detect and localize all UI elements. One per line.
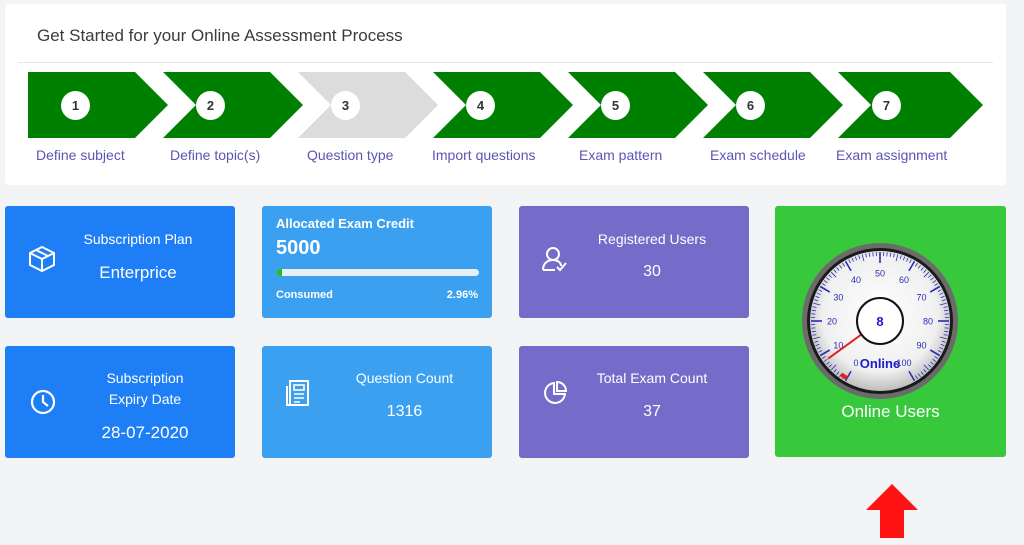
gauge-tick-label: 80 xyxy=(923,317,933,327)
pie-chart-icon xyxy=(544,380,568,404)
expiry-title-line1: Subscription xyxy=(106,370,184,386)
document-icon xyxy=(286,380,309,406)
gauge-tick-label: 40 xyxy=(851,275,861,285)
total-exam-count-card[interactable]: Total Exam Count 37 xyxy=(519,346,749,458)
question-count-title: Question Count xyxy=(355,370,454,386)
step-4-chevron[interactable] xyxy=(433,72,573,138)
step-7-chevron[interactable] xyxy=(838,72,983,138)
step-6-chevron[interactable] xyxy=(703,72,843,138)
gauge-value: 8 xyxy=(876,314,883,329)
gauge-tick-label: 90 xyxy=(917,341,927,351)
exam-credit-title: Allocated Exam Credit xyxy=(276,216,414,231)
step-7-label[interactable]: Exam assignment xyxy=(836,147,947,163)
consumed-percent: 2.96% xyxy=(446,289,478,301)
box-icon xyxy=(29,245,55,273)
consumed-label: Consumed xyxy=(276,289,333,301)
exam-credit-value: 5000 xyxy=(276,237,321,259)
gauge-tick-label: 0 xyxy=(853,358,858,368)
credit-progress-fill xyxy=(276,269,282,276)
gauge-tick-label: 70 xyxy=(917,293,927,303)
step-2-label[interactable]: Define topic(s) xyxy=(170,147,260,163)
steps-chevrons xyxy=(28,72,983,138)
expiry-title-line2: Expiry Date xyxy=(108,391,182,407)
clock-icon xyxy=(30,389,56,415)
user-icon xyxy=(542,247,567,272)
gauge-tick-label: 30 xyxy=(833,293,843,303)
registered-users-title: Registered Users xyxy=(597,231,707,247)
online-users-gauge: 0102030405060708090100 8 Online xyxy=(802,243,958,399)
registered-users-card[interactable]: Registered Users 30 xyxy=(519,206,749,318)
credit-progress-bar xyxy=(276,269,479,276)
step-2-chevron[interactable] xyxy=(163,72,303,138)
subscription-plan-card[interactable]: Subscription Plan Enterprice xyxy=(5,206,235,318)
subscription-plan-title: Subscription Plan xyxy=(83,231,193,247)
step-3-label[interactable]: Question type xyxy=(307,147,393,163)
online-users-label: Online Users xyxy=(841,402,940,421)
gauge-caption: Online xyxy=(860,356,900,371)
step-5-chevron[interactable] xyxy=(568,72,708,138)
step-3-chevron[interactable] xyxy=(298,72,438,138)
pointer-arrow-icon xyxy=(866,484,918,538)
step-5-number: 5 xyxy=(601,91,630,120)
registered-users-value: 30 xyxy=(643,263,661,280)
gauge-tick-label: 60 xyxy=(899,275,909,285)
step-2-number: 2 xyxy=(196,91,225,120)
question-count-value: 1316 xyxy=(386,403,423,420)
step-6-number: 6 xyxy=(736,91,765,120)
step-1-number: 1 xyxy=(61,91,90,120)
step-1-chevron[interactable] xyxy=(28,72,168,138)
expiry-date-card[interactable]: Subscription Expiry Date 28-07-2020 xyxy=(5,346,235,458)
step-7-number: 7 xyxy=(872,91,901,120)
subscription-plan-value: Enterprice xyxy=(99,263,177,282)
step-4-number: 4 xyxy=(466,91,495,120)
total-exam-count-title: Total Exam Count xyxy=(596,370,708,386)
online-users-card[interactable]: 0 10 20 30 40 50 60 70 80 90 100 8 Online Online U… xyxy=(775,206,1006,457)
gauge-tick-label: 50 xyxy=(875,269,885,279)
step-6-label[interactable]: Exam schedule xyxy=(710,147,806,163)
step-5-label[interactable]: Exam pattern xyxy=(579,147,662,163)
step-1-label[interactable]: Define subject xyxy=(36,147,125,163)
total-exam-count-value: 37 xyxy=(643,403,661,420)
step-4-label[interactable]: Import questions xyxy=(432,147,536,163)
question-count-card[interactable]: Question Count 1316 xyxy=(262,346,492,458)
gauge-tick-label: 20 xyxy=(827,317,837,327)
expiry-date-value: 28-07-2020 xyxy=(101,423,189,442)
exam-credit-card[interactable]: Allocated Exam Credit 5000 Consumed 2.96… xyxy=(262,206,492,318)
step-3-number: 3 xyxy=(331,91,360,120)
